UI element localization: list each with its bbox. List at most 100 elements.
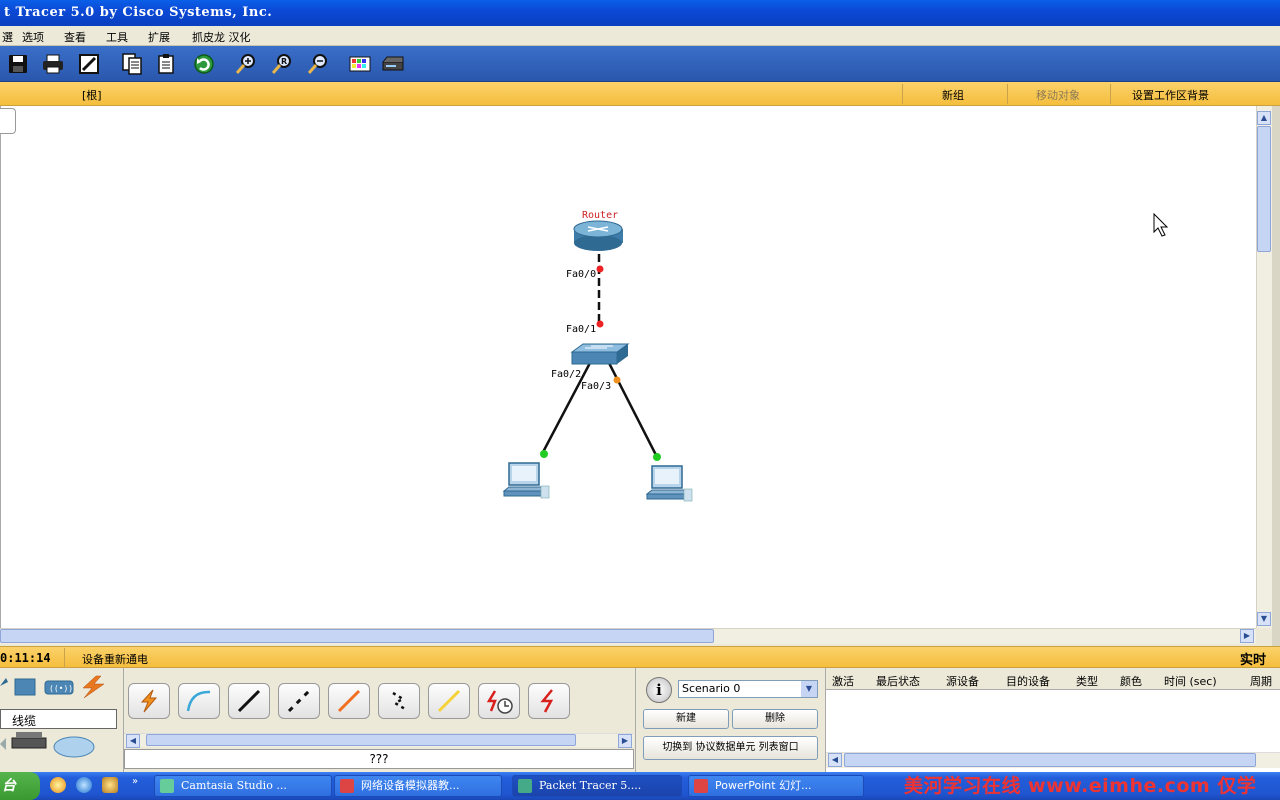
new-cluster-button[interactable]: 新组 — [942, 87, 964, 103]
link-status-dot — [653, 453, 661, 461]
fiber-cable-button[interactable] — [328, 683, 370, 719]
router-label: Router — [582, 210, 618, 221]
cable-scroll-thumb[interactable] — [146, 734, 576, 746]
firefox-quicklaunch-icon[interactable] — [50, 777, 66, 793]
new-scenario-button[interactable]: 新建 — [643, 709, 729, 729]
crossover-cable-button[interactable] — [278, 683, 320, 719]
info-icon[interactable]: i — [646, 677, 672, 703]
realtime-mode-label[interactable]: 实时 — [1240, 649, 1266, 668]
col-active[interactable]: 激活 — [832, 673, 854, 689]
link-status-dot — [596, 265, 604, 273]
powerpoint-icon — [340, 779, 354, 793]
cable-scroll-right[interactable]: ▶ — [618, 734, 632, 748]
ie-quicklaunch-icon[interactable] — [76, 777, 92, 793]
quicklaunch-expand-icon[interactable]: » — [132, 776, 138, 787]
scenario-select[interactable]: Scenario 0 ▼ — [678, 680, 818, 698]
task-powerpoint[interactable]: PowerPoint 幻灯... — [688, 775, 864, 797]
set-background-button[interactable]: 设置工作区背景 — [1132, 87, 1209, 103]
auto-cable-button[interactable] — [128, 683, 170, 719]
power-cycle-message[interactable]: 设备重新通电 — [82, 651, 148, 667]
camtasia-icon — [160, 779, 174, 793]
workspace-side-tab[interactable] — [0, 108, 16, 134]
task-packet-tracer[interactable]: Packet Tracer 5.... — [512, 775, 682, 797]
task-network-simulator[interactable]: 网络设备模拟器教... — [334, 775, 502, 797]
task-label: 网络设备模拟器教... — [361, 779, 460, 792]
col-periodic[interactable]: 周期 — [1250, 673, 1272, 689]
scroll-up-button[interactable]: ▲ — [1257, 111, 1271, 125]
pdu-scroll-thumb[interactable] — [844, 753, 1256, 767]
zoom-out-icon[interactable] — [305, 51, 331, 77]
svg-text:R: R — [281, 57, 287, 66]
menu-file[interactable]: 選 — [2, 29, 13, 45]
col-type[interactable]: 类型 — [1076, 673, 1098, 689]
router-icon[interactable] — [573, 220, 623, 251]
vertical-scroll-thumb[interactable] — [1257, 126, 1271, 252]
move-object-button[interactable]: 移动对象 — [1036, 87, 1080, 103]
serial-dce-cable-button[interactable] — [478, 683, 520, 719]
col-last-status[interactable]: 最后状态 — [876, 673, 920, 689]
port-label-fa03: Fa0/3 — [581, 381, 611, 392]
menu-view[interactable]: 查看 — [64, 29, 86, 45]
menu-extensions[interactable]: 扩展 — [148, 29, 170, 45]
console-cable-button[interactable] — [178, 683, 220, 719]
col-source[interactable]: 源设备 — [946, 673, 979, 689]
serial-dte-cable-button[interactable] — [528, 683, 570, 719]
activity-wizard-icon[interactable] — [76, 51, 102, 77]
device-dialog-icon[interactable] — [380, 51, 406, 77]
zoom-reset-icon[interactable]: R — [269, 51, 295, 77]
wan-category-icon[interactable] — [11, 737, 47, 749]
zoom-in-icon[interactable] — [233, 51, 259, 77]
menu-tools[interactable]: 工具 — [106, 29, 128, 45]
switch-pc1-link[interactable] — [606, 360, 659, 458]
coaxial-cable-button[interactable] — [428, 683, 470, 719]
cloud-category-icon[interactable] — [53, 736, 95, 758]
app-quicklaunch-icon[interactable] — [102, 777, 118, 793]
status-bar: 0:11:14 设备重新通电 实时 — [0, 646, 1280, 668]
horizontal-scroll-thumb[interactable] — [0, 629, 714, 643]
start-button[interactable]: 台 — [0, 772, 40, 800]
packet-tracer-icon — [518, 779, 532, 793]
logical-workspace[interactable]: Router Fa0/0 Fa0/1 Fa0/2 Fa0/3 — [0, 106, 1256, 628]
task-camtasia[interactable]: Camtasia Studio ... — [154, 775, 332, 797]
router-category-icon[interactable] — [0, 678, 8, 686]
pc-icon[interactable] — [645, 465, 693, 502]
scroll-down-button[interactable]: ▼ — [1257, 612, 1271, 626]
switch-icon[interactable] — [570, 343, 630, 365]
phone-cable-button[interactable] — [378, 683, 420, 719]
device-category-label: 线缆 — [0, 709, 117, 729]
undo-icon[interactable] — [191, 51, 217, 77]
svg-text:((•)): ((•)) — [49, 684, 73, 693]
connections-category-icon[interactable] — [82, 675, 105, 699]
switch-category-icon[interactable] — [14, 678, 36, 696]
root-breadcrumb[interactable]: [根] — [82, 87, 102, 103]
print-icon[interactable] — [40, 51, 66, 77]
menu-localization[interactable]: 抓皮龙 汉化 — [192, 29, 251, 45]
selected-cable-label: ??? — [124, 749, 634, 769]
cable-scroll-left[interactable]: ◀ — [126, 734, 140, 748]
col-time[interactable]: 时间 (sec) — [1164, 673, 1217, 689]
toggle-pdu-list-button[interactable]: 切换到 协议数据单元 列表窗口 — [643, 736, 818, 760]
packet-tracer-window: t Tracer 5.0 by Cisco Systems, Inc. 選 选项… — [0, 0, 1280, 800]
port-label-fa02: Fa0/2 — [551, 369, 581, 380]
pdu-scroll-left[interactable]: ◀ — [828, 753, 842, 767]
cable-selection-panel: ◀ ▶ ??? — [124, 668, 636, 772]
scroll-right-button[interactable]: ▶ — [1240, 629, 1254, 643]
straight-through-cable-button[interactable] — [228, 683, 270, 719]
col-destination[interactable]: 目的设备 — [1006, 673, 1050, 689]
device-type-panel: ((•)) 线缆 — [0, 668, 124, 772]
chevron-down-icon[interactable]: ▼ — [801, 681, 817, 697]
pdu-table-header: 激活 最后状态 源设备 目的设备 类型 颜色 时间 (sec) 周期 — [826, 668, 1280, 690]
task-label: Packet Tracer 5.... — [539, 779, 642, 792]
copy-icon[interactable] — [119, 51, 145, 77]
scenario-panel: i Scenario 0 ▼ 新建 删除 切换到 协议数据单元 列表窗口 — [636, 668, 826, 772]
palette-icon[interactable] — [347, 51, 373, 77]
save-icon[interactable] — [5, 51, 31, 77]
pc-icon[interactable] — [502, 462, 550, 499]
delete-scenario-button[interactable]: 删除 — [732, 709, 818, 729]
menu-options[interactable]: 选项 — [22, 29, 44, 45]
pdu-list-panel: 激活 最后状态 源设备 目的设备 类型 颜色 时间 (sec) 周期 ◀ — [826, 668, 1280, 772]
end-device-category-icon[interactable] — [0, 738, 6, 750]
paste-icon[interactable] — [154, 51, 180, 77]
sim-time: 0:11:14 — [0, 651, 51, 665]
col-color[interactable]: 颜色 — [1120, 673, 1142, 689]
